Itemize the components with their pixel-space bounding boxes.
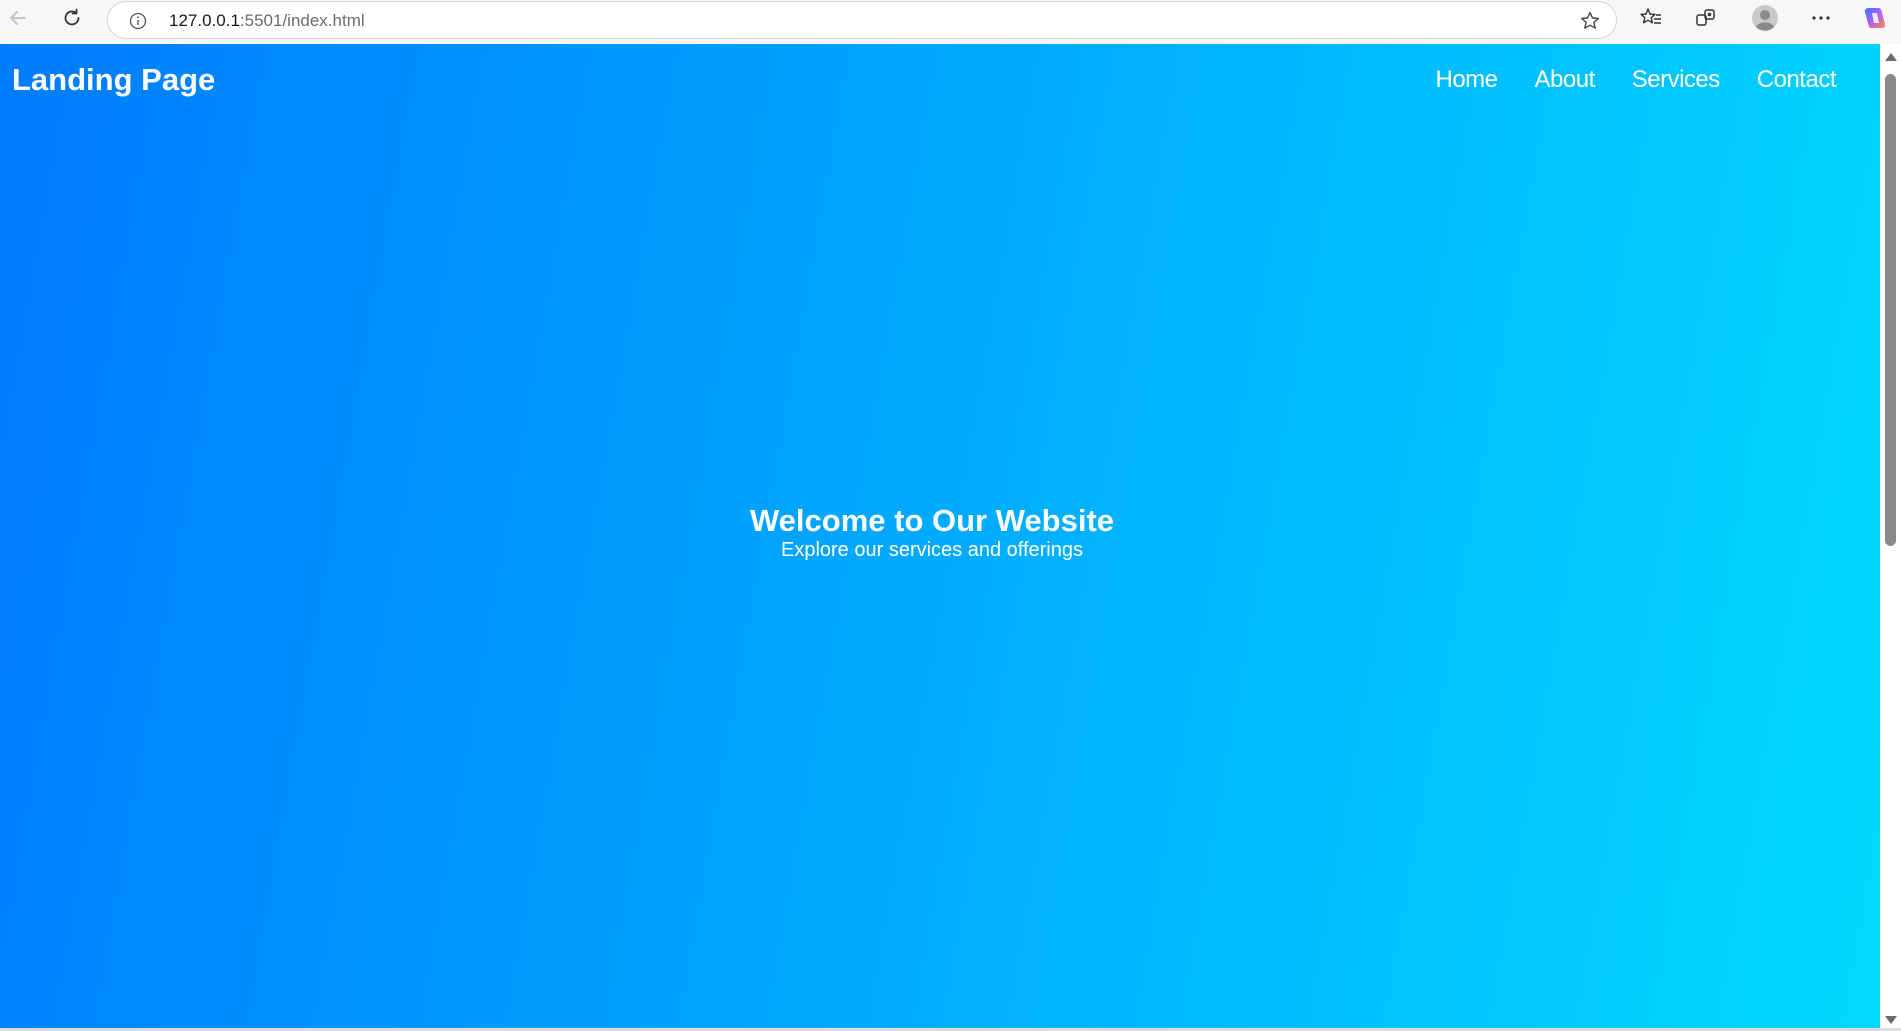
info-icon[interactable] xyxy=(128,11,148,31)
hero-title: Welcome to Our Website xyxy=(749,503,1115,538)
back-button[interactable] xyxy=(0,2,36,38)
profile-icon xyxy=(1751,4,1779,37)
scrollbar-thumb[interactable] xyxy=(1885,74,1896,546)
scroll-up-arrow-icon[interactable] xyxy=(1885,53,1897,61)
more-icon xyxy=(1810,7,1832,34)
back-arrow-icon xyxy=(7,7,29,34)
navbar: Landing Page Home About Services Contact xyxy=(0,44,1880,116)
nav-link-home[interactable]: Home xyxy=(1436,66,1499,94)
url-path: :5501/index.html xyxy=(239,11,365,30)
page-viewport: Landing Page Home About Services Contact… xyxy=(0,44,1880,1028)
address-bar[interactable]: 127.0.0.1:5501/index.html xyxy=(107,1,1617,39)
nav-link-contact[interactable]: Contact xyxy=(1757,66,1837,94)
url-host: 127.0.0.1 xyxy=(169,11,240,30)
scroll-down-arrow-icon[interactable] xyxy=(1885,1016,1897,1024)
nav-link-services[interactable]: Services xyxy=(1632,66,1721,94)
refresh-button[interactable] xyxy=(54,2,90,38)
brand-logo-text[interactable]: Landing Page xyxy=(12,62,215,98)
more-button[interactable] xyxy=(1803,2,1839,38)
hero-subtitle: Explore our services and offerings xyxy=(780,539,1083,561)
nav-links: Home About Services Contact xyxy=(1436,66,1837,94)
favorites-button[interactable] xyxy=(1633,2,1669,38)
star-icon[interactable] xyxy=(1578,9,1602,33)
url-text[interactable]: 127.0.0.1:5501/index.html xyxy=(169,11,365,31)
collections-button[interactable] xyxy=(1688,2,1724,38)
copilot-icon xyxy=(1861,4,1889,37)
profile-button[interactable] xyxy=(1747,2,1783,38)
copilot-button[interactable] xyxy=(1857,2,1893,38)
browser-toolbar: 127.0.0.1:5501/index.html xyxy=(0,0,1901,44)
refresh-icon xyxy=(61,7,83,34)
collections-icon xyxy=(1694,6,1718,35)
nav-link-about[interactable]: About xyxy=(1535,66,1596,94)
vertical-scrollbar[interactable] xyxy=(1880,44,1901,1028)
favorites-icon xyxy=(1639,6,1663,35)
hero-section: Welcome to Our Website Explore our servi… xyxy=(0,504,1864,562)
